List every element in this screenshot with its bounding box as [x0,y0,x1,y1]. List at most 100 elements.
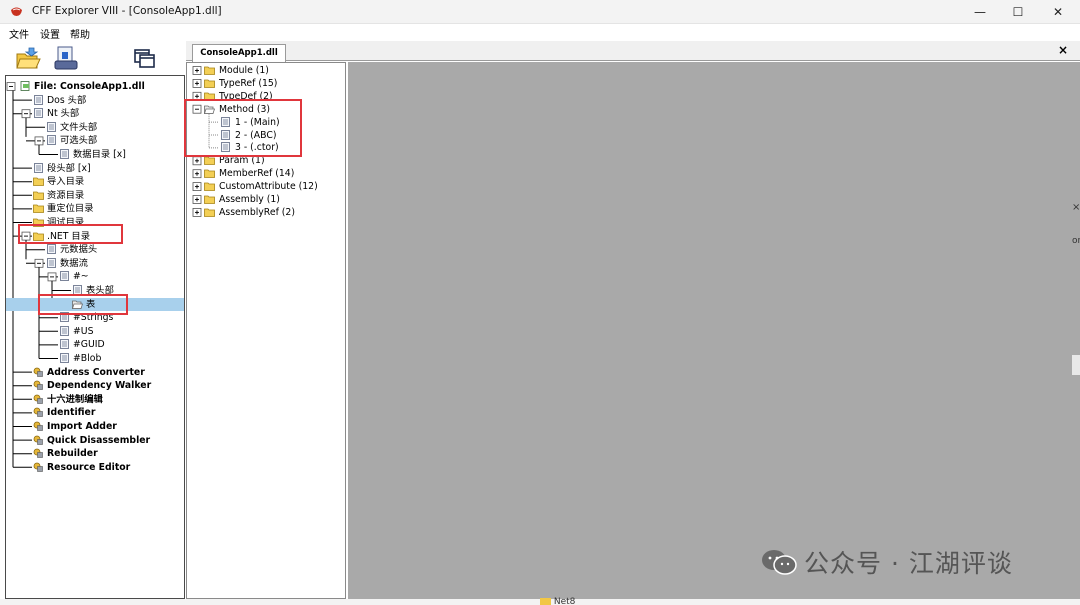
left-tree-label: Nt 头部 [47,108,80,120]
watermark-text: 公众号 · 江湖评谈 [804,549,1013,578]
page-icon [60,271,69,282]
left-tree-item[interactable]: Nt 头部 [6,107,184,120]
table-tree-label: TypeRef (15) [219,77,278,89]
left-tree-label: Dos 头部 [47,94,87,106]
content-area [348,62,1080,599]
menu-file[interactable]: 文件 [9,26,29,41]
left-tree-item[interactable]: Address Converter [6,366,184,379]
left-tree-label: #GUID [73,339,105,351]
tool-icon [33,421,43,431]
table-tree-item[interactable]: TypeRef (15) [187,77,345,90]
table-tree-label: AssemblyRef (2) [219,206,295,218]
background-folder-label: Net8 [553,597,576,605]
page-icon [60,149,69,159]
wechat-icon [762,550,797,575]
left-tree-item[interactable]: 文件头部 [6,121,184,134]
left-tree-item[interactable]: 十六进制编辑 [6,393,184,406]
close-tab-button[interactable]: × [1058,43,1068,57]
tab-consoleapp1-dll[interactable]: ConsoleApp1.dll [192,44,286,62]
left-tree-label: Identifier [47,407,96,419]
left-tree-item[interactable]: Dependency Walker [6,379,184,392]
left-tree-item[interactable]: 重定位目录 [6,202,184,215]
left-tree-label: 段头部 [x] [47,162,91,174]
page-icon [47,257,56,268]
left-tree-label: #US [73,325,94,337]
left-tree-item[interactable]: 段头部 [x] [6,162,184,175]
left-tree-item[interactable]: Quick Disassembler [6,434,184,447]
left-tree-item[interactable]: #US [6,325,184,338]
folder-icon [204,66,215,75]
left-tree-label: 十六进制编辑 [47,393,103,405]
table-tree-item[interactable]: Assembly (1) [187,193,345,206]
background-scroll-fragment [1072,355,1080,375]
page-icon [60,325,69,336]
page-icon [34,94,43,105]
close-window-button[interactable]: ✕ [1038,0,1078,24]
left-tree-label: 数据流 [60,257,88,269]
left-tree-item[interactable]: Rebuilder [6,447,184,460]
folder-icon [204,195,215,204]
save-file-icon[interactable] [52,44,80,72]
document-tab-strip: ConsoleApp1.dll × [186,41,1080,62]
file-icon [20,81,30,91]
table-tree-label: Assembly (1) [219,194,280,205]
table-tree-item[interactable]: CustomAttribute (12) [187,180,345,193]
left-tree-item[interactable]: 数据流 [6,257,184,270]
open-file-icon[interactable] [14,44,42,72]
tool-icon [33,394,43,404]
left-tree-label: Resource Editor [47,461,131,473]
left-tree-item[interactable]: 数据目录 [x] [6,148,184,161]
table-tree-item[interactable]: AssemblyRef (2) [187,206,345,219]
minimize-button[interactable]: — [960,0,1000,24]
folder-icon [540,598,551,605]
app-logo-icon [11,7,22,16]
left-tree-label: Import Adder [47,421,117,432]
left-tree-label: 导入目录 [47,176,85,188]
left-tree-label: 文件头部 [60,121,98,133]
folder-icon [204,169,215,179]
left-tree-panel[interactable]: File: ConsoleApp1.dll Dos 头部 Nt 头部 文件头部可选头部… [5,75,185,599]
left-tree-item[interactable]: 导入目录 [6,175,184,188]
left-tree-label: #~ [73,271,89,283]
left-tree-item[interactable]: Resource Editor [6,461,184,474]
page-icon [34,108,43,119]
left-tree-item[interactable]: Identifier [6,406,184,419]
left-tree-label: 可选头部 [60,135,98,147]
left-tree-item[interactable]: 元数据头 [6,243,184,256]
left-tree-item[interactable]: 资源目录 [6,189,184,202]
left-tree-item[interactable]: File: ConsoleApp1.dll [6,80,184,93]
windows-icon[interactable] [131,44,159,72]
left-tree-item[interactable]: Dos 头部 [6,94,184,107]
background-close-glyph: × [1072,202,1080,213]
menu-settings[interactable]: 设置 [40,26,60,41]
tool-icon [33,448,43,458]
left-tree-item[interactable]: #~ [6,270,184,283]
table-tree-label: Module (1) [219,65,269,76]
tool-icon [33,380,43,390]
table-tree-item[interactable]: MemberRef (14) [187,167,345,180]
tool-icon [33,407,43,418]
left-tree-item[interactable]: Import Adder [6,420,184,433]
maximize-button[interactable]: ☐ [998,0,1038,24]
left-tree-item[interactable]: #Blob [6,352,184,365]
title-bar: CFF Explorer VIII - [ConsoleApp1.dll] — … [0,0,1080,24]
window-title: CFF Explorer VIII - [ConsoleApp1.dll] [32,5,222,17]
table-tree-label: MemberRef (14) [219,168,295,180]
page-icon [34,162,43,173]
left-tree-item[interactable]: 可选头部 [6,134,184,147]
background-partial-text: or [1072,236,1080,246]
method-highlight-box [184,99,302,157]
folder-icon [204,208,215,217]
menu-help[interactable]: 帮助 [70,26,90,41]
table-tree-item[interactable]: Module (1) [187,64,345,77]
folder-icon [33,191,44,200]
page-icon [60,353,69,363]
toolbar [0,41,186,75]
left-tree-label: 元数据头 [60,244,98,256]
folder-icon [33,177,44,187]
left-tree-label: Address Converter [47,366,145,378]
left-tree-label: 资源目录 [47,189,85,201]
left-tree-item[interactable]: #GUID [6,338,184,351]
left-tree-label: File: ConsoleApp1.dll [34,81,145,92]
page-icon [60,339,69,350]
